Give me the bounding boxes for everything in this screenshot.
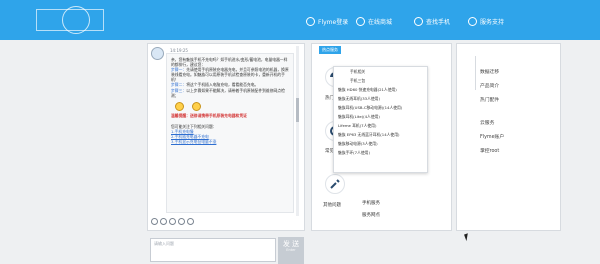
wrench-icon <box>330 179 340 189</box>
chat-message: 亲，您有魅族手机不充电吗？如手机进水/变形/蓄电池，电量电器一样的都排行，建议您… <box>166 53 294 213</box>
dropdown-item[interactable]: 魅族 HD60 快速充电器(21人使用) <box>338 87 397 93</box>
emoji-picker-icon[interactable] <box>151 218 158 225</box>
smile-icon[interactable] <box>160 218 167 225</box>
nav-item-login[interactable]: Flyme登录 <box>306 14 348 28</box>
screenshot-icon[interactable] <box>187 218 194 225</box>
image-upload-icon[interactable] <box>169 218 176 225</box>
support-icon <box>468 16 477 26</box>
dropdown-item[interactable]: 魅族 EP63 无线蓝牙耳机(14人使用) <box>338 132 400 138</box>
emoji-icon <box>175 101 184 111</box>
store-icon <box>356 16 365 26</box>
mouse-cursor <box>464 231 474 242</box>
scroll-thumb[interactable] <box>296 98 299 122</box>
side-item[interactable]: 云服务 <box>480 119 494 126</box>
emoji-icon <box>192 101 201 111</box>
category-other-questions[interactable]: 其他问题 <box>323 202 341 208</box>
nav-item-support[interactable]: 服务支持 <box>468 14 504 28</box>
logo-circle <box>62 6 90 34</box>
user-icon <box>306 16 315 26</box>
other-question-icon[interactable] <box>325 174 345 194</box>
dropdown-item[interactable]: 魅族耳机(USB-C移动电源)(14人使用) <box>338 105 402 111</box>
chat-toolbar <box>148 218 304 226</box>
nav-item-find-phone[interactable]: 查找手机 <box>414 14 450 28</box>
dropdown-item[interactable]: 魅族耳机(Lite)(4人使用) <box>338 114 380 120</box>
dropdown-item[interactable]: Lifeme 耳机(7人使用) <box>338 123 376 129</box>
nav-item-label: Flyme登录 <box>318 18 349 26</box>
send-shortcut: Enter <box>286 248 296 252</box>
side-item[interactable]: 产品简介 <box>480 82 499 89</box>
hot-question-dropdown: 手机相关 手机三包 魅族 HD60 快速充电器(21人使用) 魅族无线耳机(33… <box>333 66 428 173</box>
file-upload-icon[interactable] <box>178 218 185 225</box>
service-location-label[interactable]: 服务网点 <box>362 212 380 218</box>
top-navigation-bar: Flyme登录 在线商城 查找手机 服务支持 <box>0 0 600 40</box>
dropdown-item[interactable]: 魅族移动电源(3人使用) <box>338 141 378 147</box>
nav-item-label: 服务支持 <box>480 18 505 26</box>
send-button[interactable]: 发 送 Enter <box>278 237 304 264</box>
phone-service-label[interactable]: 手机服务 <box>362 200 380 206</box>
step-3: 步骤三：以上步骤如果不能解决，请带着手机原装配件到维修网点检测； <box>171 87 285 98</box>
input-placeholder: 请输入问题 <box>154 241 174 246</box>
notice-text: 温馨提醒：送修请携带手机原装充电器和凭证 <box>171 112 247 118</box>
side-item[interactable]: Flyme账户 <box>480 133 504 140</box>
step-1: 步骤一：先请使用手机原装充电器充电，并且可参照电池的机器，换原装线看充电。如魅族… <box>171 67 289 83</box>
hot-service-header: 热点服务 <box>319 46 341 54</box>
side-item[interactable]: 热门配件 <box>480 96 499 103</box>
greeting-text: 亲，您有魅族手机不充电吗？如手机进水/变形/蓄电池，电量电器一样的都排行，建议您… <box>171 57 288 68</box>
emoji-row <box>175 101 289 111</box>
chat-panel: 14:19:25 亲，您有魅族手机不充电吗？如手机进水/变形/蓄电池，电量电器一… <box>147 43 305 264</box>
service-avatar <box>151 47 164 60</box>
nav-item-store[interactable]: 在线商城 <box>356 14 392 28</box>
dropdown-item[interactable]: 魅族无线耳机(33人使用) <box>338 96 380 102</box>
phone-search-icon <box>414 16 423 26</box>
dropdown-item[interactable]: 手机相关 <box>350 69 365 75</box>
side-item[interactable]: 数据迁移 <box>480 68 499 75</box>
side-separator <box>475 56 476 90</box>
side-item[interactable]: 掌控root <box>480 147 499 154</box>
message-input[interactable]: 请输入问题 <box>150 238 276 262</box>
nav-item-label: 查找手机 <box>426 18 451 26</box>
send-label: 发 送 <box>282 240 300 248</box>
nav-item-label: 在线商城 <box>368 18 393 26</box>
chat-scrollbar[interactable] <box>296 46 299 216</box>
dropdown-item[interactable]: 魅族手环(7人使用) <box>338 150 370 156</box>
related-link[interactable]: 3.手机显示充电但电量不涨 <box>171 139 289 144</box>
side-service-panel: 数据迁移 产品简介 热门配件 云服务 Flyme账户 掌控root <box>456 43 561 231</box>
dropdown-item[interactable]: 手机三包 <box>350 78 365 84</box>
